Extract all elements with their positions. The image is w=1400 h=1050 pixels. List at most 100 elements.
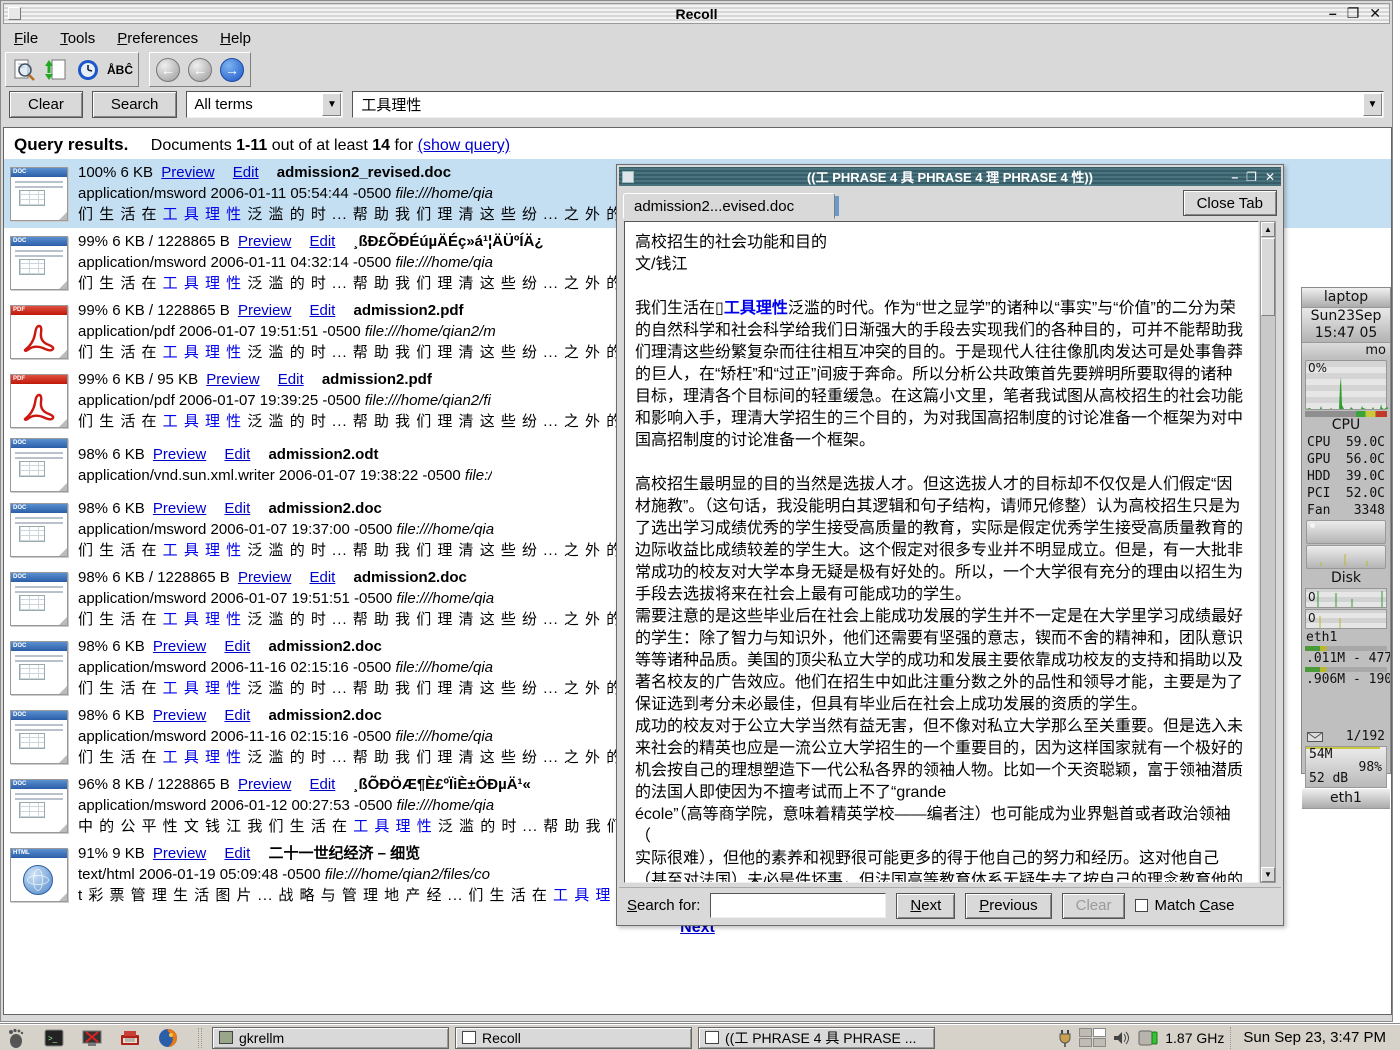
term-explorer-icon[interactable]: ÅBĈ [106, 56, 134, 84]
preview-titlebar[interactable]: ((工 PHRASE 4 具 PHRASE 4 理 PHRASE 4 性)) –… [619, 167, 1281, 186]
task-button[interactable]: Recoll [455, 1027, 692, 1049]
minimize-icon[interactable]: – [1231, 170, 1238, 184]
maximize-icon[interactable]: ❐ [1246, 170, 1257, 184]
workspace-1[interactable] [1079, 1028, 1092, 1037]
preview-search-input[interactable] [710, 893, 886, 918]
sort-by-date-icon[interactable] [42, 56, 70, 84]
result-url: file:///home/qia [397, 797, 495, 814]
system-tray: 1.87 GHz [1058, 1028, 1224, 1047]
preview-text-line: 实际很难），但他的素养和视野很可能更多的得于他自己的努力和经历。这对他自己（甚至… [635, 848, 1246, 883]
workspace-4[interactable] [1093, 1038, 1106, 1047]
scroll-up-icon[interactable]: ▲ [1261, 222, 1275, 237]
result-url: file:///home/qia [395, 659, 493, 676]
result-snippet: 中 的 公 平 性 文 钱 江 我 们 生 活 在 工 具 理 性 泛 滥 的 … [78, 816, 623, 837]
show-query-link[interactable]: (show query) [418, 137, 510, 154]
relevance-and-size: 98% 6 KB [78, 638, 145, 655]
match-case-checkbox[interactable]: Match Case [1135, 897, 1234, 914]
find-previous-button[interactable]: Previous [965, 893, 1051, 919]
preview-text-line: 成功的校友对于公立大学当然有益无害，但不像对私立大学那么至关重要。但是选入未来社… [635, 716, 1246, 804]
find-next-button[interactable]: Next [896, 893, 955, 919]
gnome-foot-icon[interactable] [4, 1027, 28, 1049]
main-titlebar[interactable]: Recoll – ❐ ✕ [3, 3, 1390, 24]
find-clear-button[interactable]: Clear [1062, 893, 1126, 919]
toolbar-group-tools: ÅBĈ [5, 52, 139, 87]
preview-text-line: 文/钱江 [635, 254, 1246, 276]
edit-link[interactable]: Edit [224, 446, 250, 463]
display-off-icon[interactable] [80, 1027, 104, 1049]
task-button[interactable]: gkrellm [212, 1027, 449, 1049]
nav-forward-icon[interactable]: → [218, 56, 246, 84]
edit-link[interactable]: Edit [224, 845, 250, 862]
menu-preferences[interactable]: Preferences [106, 28, 209, 49]
workspace-2[interactable] [1093, 1028, 1106, 1037]
typewriter-icon[interactable] [118, 1027, 142, 1049]
result-mimetype-date: application/vnd.sun.xml.writer 2006-01-0… [78, 467, 465, 484]
memory-meter: 54M 98% 52 dB [1305, 746, 1387, 788]
preview-link[interactable]: Preview [153, 446, 206, 463]
gkrellm-monitor[interactable]: laptop Sun23Sep 15:47 05 mo 0% CPU CPU59… [1301, 287, 1391, 774]
net-tx-readout: .906M - 190 [1302, 672, 1390, 688]
preview-link[interactable]: Preview [153, 500, 206, 517]
maximize-icon[interactable]: ❐ [1347, 6, 1360, 21]
preview-link[interactable]: Preview [153, 707, 206, 724]
chevron-down-icon[interactable]: ▼ [1363, 93, 1382, 116]
edit-link[interactable]: Edit [224, 500, 250, 517]
checkbox-icon[interactable] [1135, 899, 1148, 912]
toolbar: ÅBĈ ← ← → [3, 50, 1390, 89]
search-mode-select[interactable]: All terms ▼ [186, 91, 343, 118]
search-button[interactable]: Search [92, 91, 178, 118]
edit-link[interactable]: Edit [309, 233, 335, 250]
edit-link[interactable]: Edit [233, 164, 259, 181]
edit-link[interactable]: Edit [224, 638, 250, 655]
workspace-pager[interactable] [1079, 1028, 1106, 1047]
preview-link[interactable]: Preview [161, 164, 214, 181]
preview-link[interactable]: Preview [238, 302, 291, 319]
menu-help[interactable]: Help [209, 28, 262, 49]
power-plug-icon[interactable] [1058, 1029, 1072, 1047]
clear-button[interactable]: Clear [9, 91, 83, 118]
scroll-down-icon[interactable]: ▼ [1261, 867, 1275, 882]
taskbar-handle[interactable] [198, 1028, 202, 1048]
close-icon[interactable]: ✕ [1265, 170, 1275, 184]
doc-file-icon: DOC [10, 167, 68, 221]
menu-file[interactable]: File [3, 28, 49, 49]
terminal-icon[interactable]: >_ [42, 1027, 66, 1049]
edit-link[interactable]: Edit [309, 569, 335, 586]
preview-link[interactable]: Preview [238, 776, 291, 793]
show-query-details-icon[interactable] [10, 56, 38, 84]
toolbar-group-nav: ← ← → [149, 52, 251, 87]
history-clock-icon[interactable] [74, 56, 102, 84]
preview-link[interactable]: Preview [206, 371, 259, 388]
relevance-and-size: 99% 6 KB / 95 KB [78, 371, 198, 388]
close-tab-button[interactable]: Close Tab [1183, 190, 1277, 216]
speaker-icon[interactable] [1113, 1030, 1131, 1046]
nav-first-icon[interactable]: ← [154, 56, 182, 84]
minimize-icon[interactable]: – [1329, 6, 1337, 21]
preview-tab[interactable]: admission2...evised.doc [623, 193, 835, 219]
preview-link[interactable]: Preview [238, 233, 291, 250]
preview-text-line: école”（高等商学院，意味着精英学校——编者注）也可能成为业界魁首或者政治领… [635, 804, 1246, 848]
preview-link[interactable]: Preview [153, 638, 206, 655]
relevance-and-size: 99% 6 KB / 1228865 B [78, 302, 230, 319]
task-button[interactable]: ((工 PHRASE 4 具 PHRASE ... [698, 1027, 935, 1049]
preview-link[interactable]: Preview [153, 845, 206, 862]
preview-document-text[interactable]: 高校招生的社会功能和目的文/钱江 我们生活在▯工具理性泛滥的时代。作为“世之显学… [624, 221, 1259, 883]
firefox-icon[interactable] [156, 1027, 180, 1049]
edit-link[interactable]: Edit [224, 707, 250, 724]
edit-link[interactable]: Edit [278, 371, 304, 388]
cpu-frequency-icon[interactable] [1138, 1030, 1158, 1046]
chevron-down-icon[interactable]: ▼ [322, 93, 341, 116]
edit-link[interactable]: Edit [309, 302, 335, 319]
task-window-icon [705, 1031, 719, 1044]
result-url: file:///home/qian2/m [365, 323, 496, 340]
scrollbar-thumb[interactable] [1261, 238, 1275, 316]
query-input[interactable]: 工具理性 ▼ [352, 91, 1384, 118]
preview-link[interactable]: Preview [238, 569, 291, 586]
menu-tools[interactable]: Tools [49, 28, 106, 49]
preview-scrollbar[interactable]: ▲ ▼ [1260, 221, 1276, 883]
workspace-3[interactable] [1079, 1038, 1092, 1047]
close-icon[interactable]: ✕ [1369, 6, 1381, 21]
edit-link[interactable]: Edit [309, 776, 335, 793]
nav-back-icon[interactable]: ← [186, 56, 214, 84]
fan-meter-2 [1306, 545, 1386, 569]
